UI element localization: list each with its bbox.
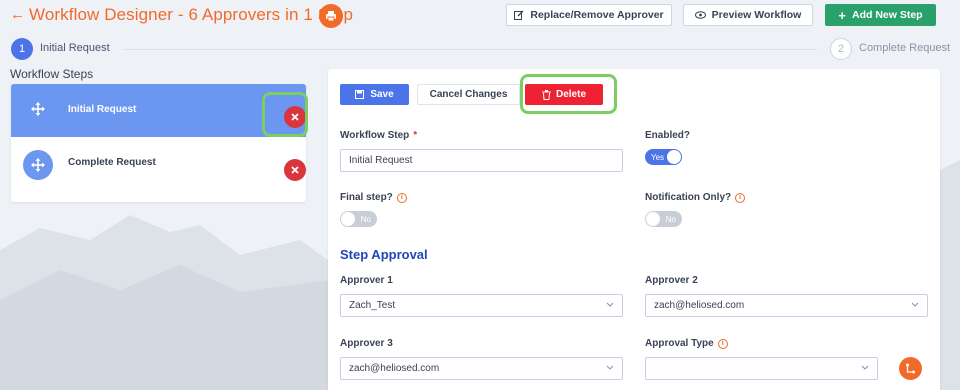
chevron-down-icon <box>911 302 919 307</box>
approval-type-label-text: Approval Type <box>645 338 714 349</box>
move-arrows-icon <box>31 102 45 116</box>
enabled-label: Enabled? <box>645 130 690 141</box>
approver-2-select[interactable]: zach@heliosed.com <box>645 294 928 317</box>
toggle-knob <box>646 212 660 226</box>
progress-stepper: 1 Initial Request 2 Complete Request <box>0 36 960 62</box>
enabled-label-text: Enabled? <box>645 130 691 141</box>
stepper-step-1-number[interactable]: 1 <box>11 38 33 60</box>
add-new-step-label: Add New Step <box>852 9 923 21</box>
step-edit-form: Save Cancel Changes Delete Workflow Step… <box>328 69 940 390</box>
chevron-down-icon <box>606 302 614 307</box>
preview-workflow-label: Preview Workflow <box>711 9 802 21</box>
approver-1-label-text: Approver 1 <box>340 275 393 286</box>
notification-only-label: Notification Only? i <box>645 192 746 203</box>
stepper-step-2-label[interactable]: Complete Request <box>859 42 950 54</box>
replace-remove-approver-label: Replace/Remove Approver <box>530 9 664 21</box>
approver-2-label-text: Approver 2 <box>645 275 698 286</box>
approver-3-label-text: Approver 3 <box>340 338 393 349</box>
info-icon[interactable]: i <box>396 192 407 203</box>
enabled-toggle[interactable]: Yes <box>645 149 682 165</box>
workflow-steps-heading: Workflow Steps <box>10 67 94 81</box>
plus-icon: + <box>838 7 846 23</box>
print-button[interactable] <box>319 4 343 28</box>
toggle-knob <box>667 150 681 164</box>
back-arrow-icon[interactable]: ← <box>10 6 25 23</box>
sidebar-item-complete-request[interactable]: Complete Request <box>11 137 306 190</box>
move-arrows-icon <box>31 158 45 172</box>
enabled-toggle-text: Yes <box>651 152 665 162</box>
eye-icon <box>694 11 706 19</box>
approver-1-value: Zach_Test <box>349 300 396 311</box>
approver-2-value: zach@heliosed.com <box>654 300 745 311</box>
notification-only-toggle[interactable]: No <box>645 211 682 227</box>
highlight-delete-button <box>520 74 617 114</box>
workflow-step-label: Workflow Step * <box>340 130 417 141</box>
stepper-connector <box>122 49 817 50</box>
drag-move-icon[interactable] <box>23 150 53 180</box>
header: ← Workflow Designer - 6 Approvers in 1 S… <box>0 0 960 34</box>
sidebar-item-label: Initial Request <box>68 104 137 115</box>
approval-type-select[interactable] <box>645 357 878 380</box>
page-title: Workflow Designer - 6 Approvers in 1 Ste… <box>29 5 354 24</box>
step-approval-heading: Step Approval <box>340 247 428 262</box>
save-label: Save <box>370 89 394 100</box>
drag-move-icon[interactable] <box>23 94 53 124</box>
approval-branch-button[interactable] <box>899 357 922 380</box>
approver-3-label: Approver 3 <box>340 338 393 349</box>
approver-1-select[interactable]: Zach_Test <box>340 294 623 317</box>
replace-remove-approver-button[interactable]: Replace/Remove Approver <box>506 4 672 26</box>
notification-only-toggle-text: No <box>665 214 676 224</box>
approver-1-label: Approver 1 <box>340 275 393 286</box>
save-icon <box>355 90 365 99</box>
approver-2-label: Approver 2 <box>645 275 698 286</box>
approver-3-select[interactable]: zach@heliosed.com <box>340 357 623 380</box>
notification-only-label-text: Notification Only? <box>645 192 732 203</box>
final-step-toggle[interactable]: No <box>340 211 377 227</box>
edit-icon <box>514 10 524 20</box>
workflow-step-input[interactable]: Initial Request <box>340 149 623 172</box>
close-icon <box>291 166 299 174</box>
workflow-step-label-text: Workflow Step <box>340 130 410 141</box>
chevron-down-icon <box>861 365 869 370</box>
info-icon[interactable]: i <box>717 338 728 349</box>
print-icon <box>326 11 336 22</box>
final-step-label: Final step? i <box>340 192 407 203</box>
stepper-step-1-label[interactable]: Initial Request <box>40 42 110 54</box>
final-step-label-text: Final step? <box>340 192 393 203</box>
info-icon[interactable]: i <box>735 192 746 203</box>
approver-3-value: zach@heliosed.com <box>349 363 440 374</box>
cancel-changes-button[interactable]: Cancel Changes <box>417 84 520 105</box>
save-button[interactable]: Save <box>340 84 409 105</box>
branch-icon <box>906 363 915 374</box>
cancel-changes-label: Cancel Changes <box>429 89 508 100</box>
approval-type-label: Approval Type i <box>645 338 728 349</box>
stepper-step-2-number[interactable]: 2 <box>830 38 852 60</box>
preview-workflow-button[interactable]: Preview Workflow <box>683 4 813 26</box>
final-step-toggle-text: No <box>360 214 371 224</box>
workflow-step-value: Initial Request <box>349 155 413 166</box>
highlight-remove-step <box>262 92 308 137</box>
add-new-step-button[interactable]: + Add New Step <box>825 4 936 26</box>
toggle-knob <box>341 212 355 226</box>
remove-step-button[interactable] <box>284 159 306 181</box>
chevron-down-icon <box>606 365 614 370</box>
sidebar-item-label: Complete Request <box>68 157 156 168</box>
required-asterisk: * <box>413 130 418 141</box>
